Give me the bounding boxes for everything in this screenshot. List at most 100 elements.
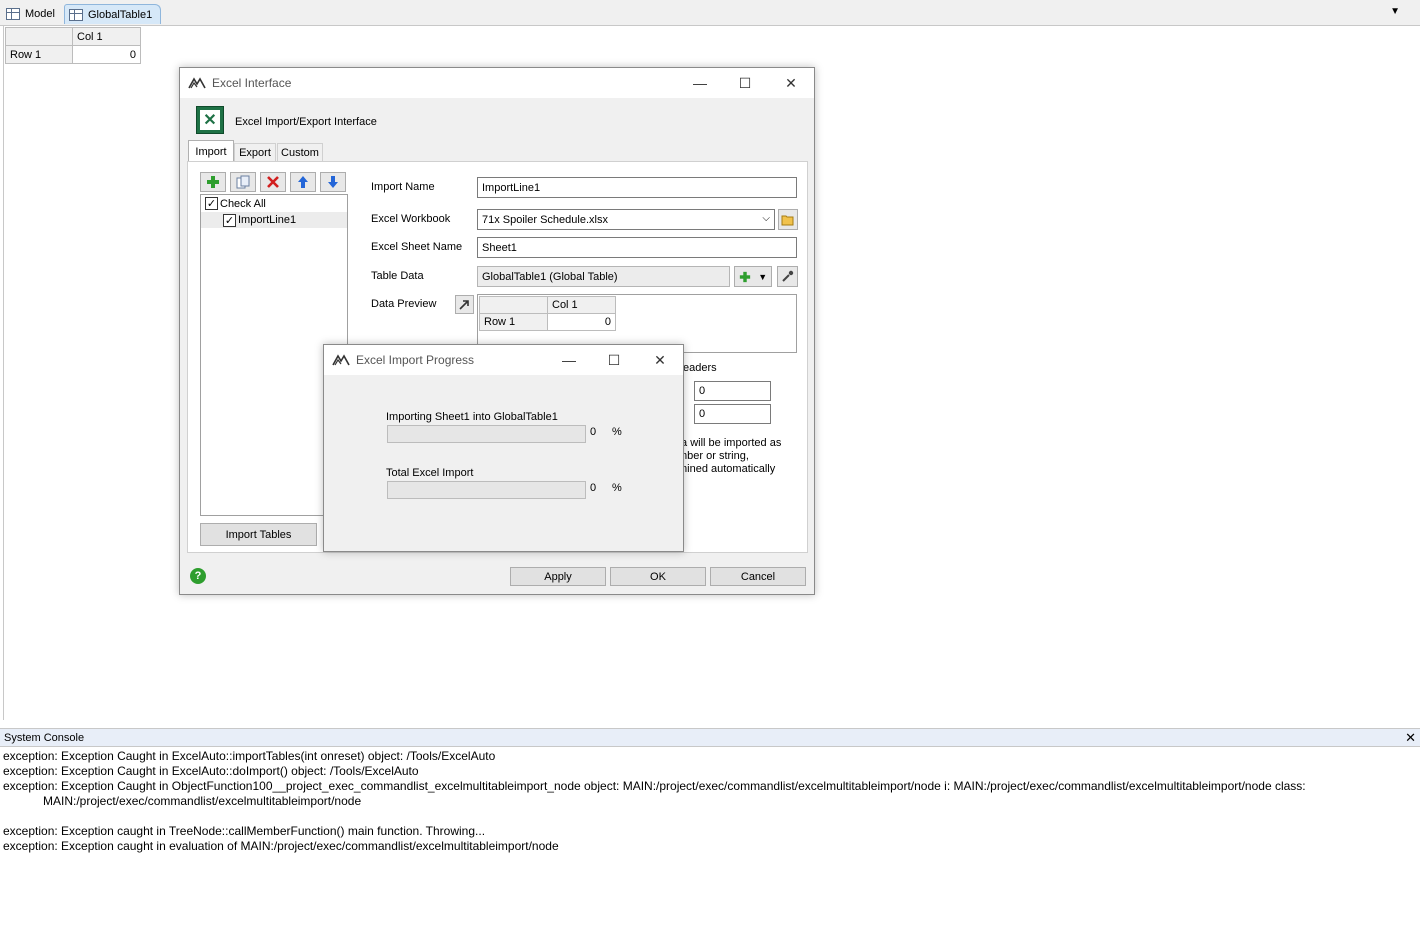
note-line-3: mined automatically xyxy=(678,463,776,475)
browse-button[interactable] xyxy=(778,209,798,230)
workbook-dropdown[interactable]: 71x Spoiler Schedule.xlsx ⌵ xyxy=(477,209,775,230)
excel-icon: ✕ xyxy=(196,106,224,134)
help-icon[interactable]: ? xyxy=(190,568,206,584)
move-up-button[interactable] xyxy=(290,172,316,192)
tab-model[interactable]: Model xyxy=(2,4,63,24)
console-line: exception: Exception caught in evaluatio… xyxy=(3,839,559,853)
tab-export[interactable]: Export xyxy=(234,143,276,162)
system-console: System Console ✕ exception: Exception Ca… xyxy=(0,728,1420,925)
table-cell[interactable]: 0 xyxy=(72,45,141,64)
move-down-button[interactable] xyxy=(320,172,346,192)
table-data-field[interactable]: GlobalTable1 (Global Table) xyxy=(477,266,730,287)
app-logo-icon xyxy=(332,354,350,366)
console-line: exception: Exception caught in TreeNode:… xyxy=(3,824,486,838)
start-row-field[interactable]: 0 xyxy=(694,381,771,401)
sheet-name-field[interactable]: Sheet1 xyxy=(477,237,797,258)
plus-icon xyxy=(739,271,750,282)
import-tables-button[interactable]: Import Tables xyxy=(200,523,317,546)
console-line: exception: Exception Caught in ExcelAuto… xyxy=(3,764,419,778)
console-line: exception: Exception Caught in ExcelAuto… xyxy=(3,749,496,763)
import-progress-dialog: Excel Import Progress — ☐ ✕ Importing Sh… xyxy=(323,344,684,552)
total-percent-sign: % xyxy=(612,482,622,494)
delete-button[interactable] xyxy=(260,172,286,192)
preview-corner-cell xyxy=(479,296,548,314)
minimize-button[interactable]: — xyxy=(547,345,591,375)
model-icon xyxy=(6,8,20,20)
check-all-checkbox[interactable]: ✓ xyxy=(205,197,218,210)
preview-row-header: Row 1 xyxy=(479,313,548,331)
check-all-label: Check All xyxy=(220,197,266,210)
expand-arrow-icon xyxy=(459,300,469,310)
global-table-grid: Col 1 Row 1 0 xyxy=(5,27,141,64)
chevron-down-icon: ▼ xyxy=(758,271,768,282)
chevron-down-icon: ⌵ xyxy=(762,213,770,224)
maximize-button[interactable]: ☐ xyxy=(723,68,767,98)
import-name-label: Import Name xyxy=(371,181,435,193)
tab-model-label: Model xyxy=(25,8,55,20)
folder-icon xyxy=(781,215,794,225)
close-button[interactable]: ✕ xyxy=(638,345,682,375)
preview-popout-button[interactable] xyxy=(455,295,474,314)
list-item-label: ImportLine1 xyxy=(238,214,297,226)
tab-globaltable1-label: GlobalTable1 xyxy=(88,8,153,21)
note-line-1: ta will be imported as xyxy=(678,437,782,449)
excel-dialog-header: Excel Import/Export Interface xyxy=(235,116,377,128)
preview-cell: 0 xyxy=(547,313,616,331)
console-line: exception: Exception Caught in ObjectFun… xyxy=(3,779,1306,793)
apply-button[interactable]: Apply xyxy=(510,567,606,586)
ok-button[interactable]: OK xyxy=(610,567,706,586)
import-name-field[interactable]: ImportLine1 xyxy=(477,177,797,198)
workbook-label: Excel Workbook xyxy=(371,213,451,225)
sheet-progress-label: Importing Sheet1 into GlobalTable1 xyxy=(386,411,558,423)
check-all-row[interactable]: ✓ Check All xyxy=(205,197,266,210)
column-header[interactable]: Col 1 xyxy=(72,27,141,46)
duplicate-button[interactable] xyxy=(230,172,256,192)
excel-dialog-title: Excel Interface xyxy=(212,76,292,90)
close-icon[interactable]: ✕ xyxy=(1405,730,1416,746)
headers-label-fragment: eaders xyxy=(683,362,717,374)
add-button[interactable] xyxy=(200,172,226,192)
arrow-up-icon xyxy=(298,176,308,188)
sampler-button[interactable] xyxy=(777,266,798,287)
sheet-progress-bar xyxy=(387,425,586,443)
plus-icon xyxy=(207,176,219,188)
row-header[interactable]: Row 1 xyxy=(5,45,73,64)
copy-icon xyxy=(236,175,250,189)
console-output[interactable]: exception: Exception Caught in ExcelAuto… xyxy=(0,747,1420,856)
document-tab-bar: Model GlobalTable1 ▼ xyxy=(0,0,1420,26)
app-logo-icon xyxy=(188,77,206,89)
table-data-label: Table Data xyxy=(371,270,424,282)
total-progress-value: 0 xyxy=(590,482,597,494)
tab-list-dropdown-icon[interactable]: ▼ xyxy=(1390,6,1400,17)
preview-grid: Col 1 Row 1 0 xyxy=(479,296,616,331)
close-button[interactable]: ✕ xyxy=(769,68,813,98)
preview-column-header: Col 1 xyxy=(547,296,616,314)
list-item[interactable]: ✓ ImportLine1 xyxy=(201,212,347,228)
sheet-percent-sign: % xyxy=(612,426,622,438)
cancel-button[interactable]: Cancel xyxy=(710,567,806,586)
table-icon xyxy=(69,8,83,21)
arrow-down-icon xyxy=(328,176,338,188)
console-line: MAIN:/project/exec/commandlist/excelmult… xyxy=(43,794,362,808)
note-line-2: mber or string, xyxy=(678,450,749,462)
sheet-progress-value: 0 xyxy=(590,426,597,438)
list-toolbar xyxy=(200,172,350,192)
eyedropper-icon xyxy=(782,270,794,282)
corner-cell xyxy=(5,27,73,46)
minimize-button[interactable]: — xyxy=(678,68,722,98)
sheet-name-label: Excel Sheet Name xyxy=(371,241,463,253)
list-item-checkbox[interactable]: ✓ xyxy=(223,213,236,227)
delete-x-icon xyxy=(267,176,279,188)
console-header: System Console ✕ xyxy=(0,729,1420,747)
data-preview-label: Data Preview xyxy=(371,298,437,310)
total-progress-label: Total Excel Import xyxy=(386,467,474,479)
table-add-dropdown-button[interactable]: ▼ xyxy=(734,266,772,287)
maximize-button[interactable]: ☐ xyxy=(592,345,636,375)
tab-import[interactable]: Import xyxy=(188,140,234,162)
progress-dialog-title: Excel Import Progress xyxy=(356,353,475,367)
tab-custom[interactable]: Custom xyxy=(277,143,323,162)
start-column-field[interactable]: 0 xyxy=(694,404,771,424)
tab-globaltable1[interactable]: GlobalTable1 xyxy=(64,4,162,24)
workbook-value: 71x Spoiler Schedule.xlsx xyxy=(482,213,608,226)
